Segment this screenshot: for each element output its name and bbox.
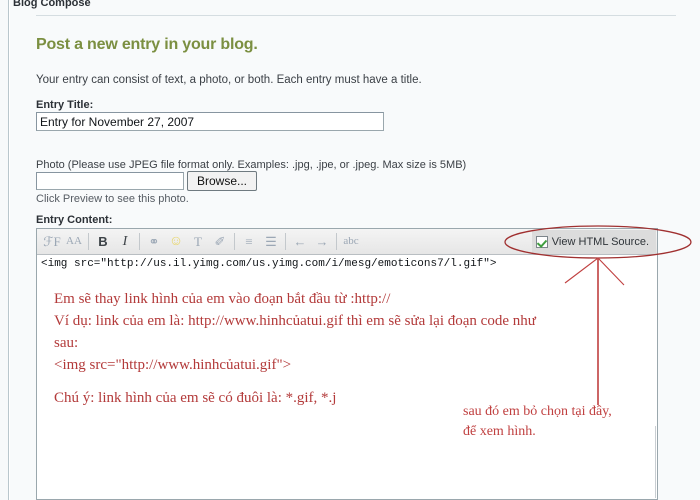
editor-rendered-text: Em sẽ thay link hình của em vào đoạn bắt… bbox=[54, 288, 536, 409]
toolbar-separator bbox=[336, 233, 337, 250]
view-html-source-checkbox[interactable] bbox=[535, 236, 548, 248]
content-line: Ví dụ: link của em là: http://www.hinhcủ… bbox=[54, 313, 536, 329]
bullet-list-glyph: ☰ bbox=[265, 234, 277, 249]
content-line: <img src="http://www.hinhcủatui.gif"> bbox=[54, 357, 292, 373]
insert-link-icon[interactable]: ⚭ bbox=[143, 231, 165, 253]
page-title: Post a new entry in your blog. bbox=[36, 36, 258, 53]
toolbar-separator bbox=[234, 233, 235, 250]
outdent-icon[interactable]: ← bbox=[289, 231, 311, 253]
content-spacer bbox=[54, 376, 536, 387]
entry-content-label: Entry Content: bbox=[36, 214, 113, 226]
left-gutter bbox=[0, 0, 9, 500]
content-line: Em sẽ thay link hình của em vào đoạn bắt… bbox=[54, 291, 391, 307]
content-line: sau: bbox=[54, 335, 79, 351]
highlighter-glyph: ✐ bbox=[214, 234, 226, 249]
font-family-glyph: ℱF bbox=[43, 234, 61, 249]
bullet-list-icon[interactable]: ☰ bbox=[260, 231, 282, 253]
annotation-line: sau đó em bỏ chọn tại đây, bbox=[463, 404, 612, 419]
text-color-icon[interactable]: T bbox=[187, 231, 209, 253]
spellcheck-icon[interactable]: abc bbox=[340, 231, 362, 253]
emoticon-glyph: ☺ bbox=[168, 233, 184, 249]
emoticon-icon[interactable]: ☺ bbox=[165, 231, 187, 253]
photo-help-text: Photo (Please use JPEG file format only.… bbox=[36, 159, 467, 171]
indent-glyph: → bbox=[315, 234, 329, 249]
entry-title-label: Entry Title: bbox=[36, 99, 94, 111]
photo-preview-note: Click Preview to see this photo. bbox=[36, 193, 189, 205]
annotation-line: để xem hình. bbox=[463, 424, 536, 439]
entry-title-input[interactable] bbox=[36, 112, 384, 131]
editor-scroll-indicator[interactable] bbox=[655, 426, 656, 498]
html-source-line: <img src="http://us.il.yimg.com/us.yimg.… bbox=[41, 258, 497, 270]
font-size-icon[interactable]: AA bbox=[63, 231, 85, 253]
insert-link-glyph: ⚭ bbox=[148, 234, 160, 249]
font-family-icon[interactable]: ℱF bbox=[41, 231, 63, 253]
page-intro-text: Your entry can consist of text, a photo,… bbox=[36, 74, 422, 86]
editor-content-area[interactable]: <img src="http://us.il.yimg.com/us.yimg.… bbox=[37, 256, 657, 499]
align-icon[interactable]: ≡ bbox=[238, 231, 260, 253]
view-html-source-label: View HTML Source. bbox=[551, 236, 649, 248]
browse-button[interactable]: Browse... bbox=[187, 171, 258, 191]
entry-content-editor: ℱF AA B I ⚭ ☺ T ✐ ≡ ☰ ← → abc View HTML … bbox=[36, 228, 658, 500]
font-size-glyph: AA bbox=[66, 235, 82, 247]
toolbar-separator bbox=[139, 233, 140, 250]
spellcheck-glyph: abc bbox=[343, 235, 359, 247]
bold-glyph: B bbox=[98, 234, 108, 249]
italic-glyph: I bbox=[122, 233, 128, 249]
indent-icon[interactable]: → bbox=[311, 231, 333, 253]
annotation-text: sau đó em bỏ chọn tại đây, để xem hình. bbox=[463, 402, 612, 442]
align-glyph: ≡ bbox=[245, 234, 253, 249]
text-color-glyph: T bbox=[194, 234, 202, 249]
view-html-source-toggle[interactable]: View HTML Source. bbox=[531, 230, 656, 254]
breadcrumb-divider bbox=[36, 15, 676, 16]
editor-toolbar: ℱF AA B I ⚭ ☺ T ✐ ≡ ☰ ← → abc View HTML … bbox=[37, 229, 657, 255]
toolbar-separator bbox=[88, 233, 89, 250]
outdent-glyph: ← bbox=[293, 234, 307, 249]
photo-file-input[interactable] bbox=[36, 172, 184, 190]
toolbar-separator bbox=[285, 233, 286, 250]
highlighter-icon[interactable]: ✐ bbox=[209, 231, 231, 253]
blog-compose-page: Blog Compose Post a new entry in your bl… bbox=[0, 0, 700, 500]
italic-icon[interactable]: I bbox=[114, 231, 136, 253]
bold-icon[interactable]: B bbox=[92, 231, 114, 253]
breadcrumb: Blog Compose bbox=[13, 0, 91, 9]
